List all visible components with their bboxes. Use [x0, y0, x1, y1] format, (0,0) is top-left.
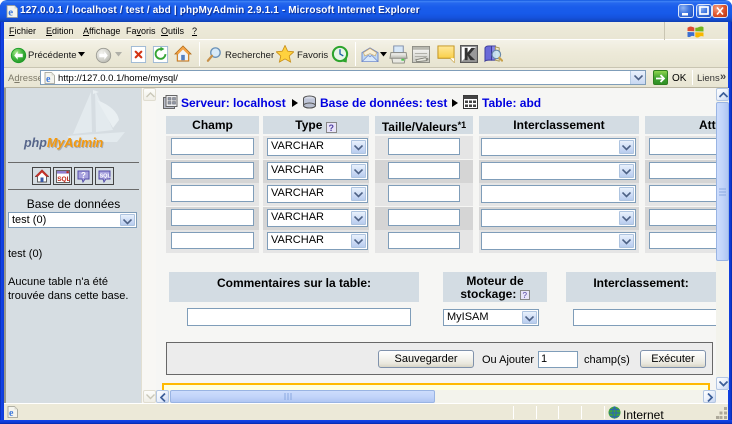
svg-text:e: e: [46, 74, 51, 84]
svg-text:e: e: [9, 408, 14, 418]
svg-text:SQL: SQL: [57, 176, 70, 183]
svg-text:e: e: [8, 7, 13, 19]
svg-text:SQL: SQL: [100, 174, 112, 180]
svg-text:?: ?: [81, 171, 86, 180]
